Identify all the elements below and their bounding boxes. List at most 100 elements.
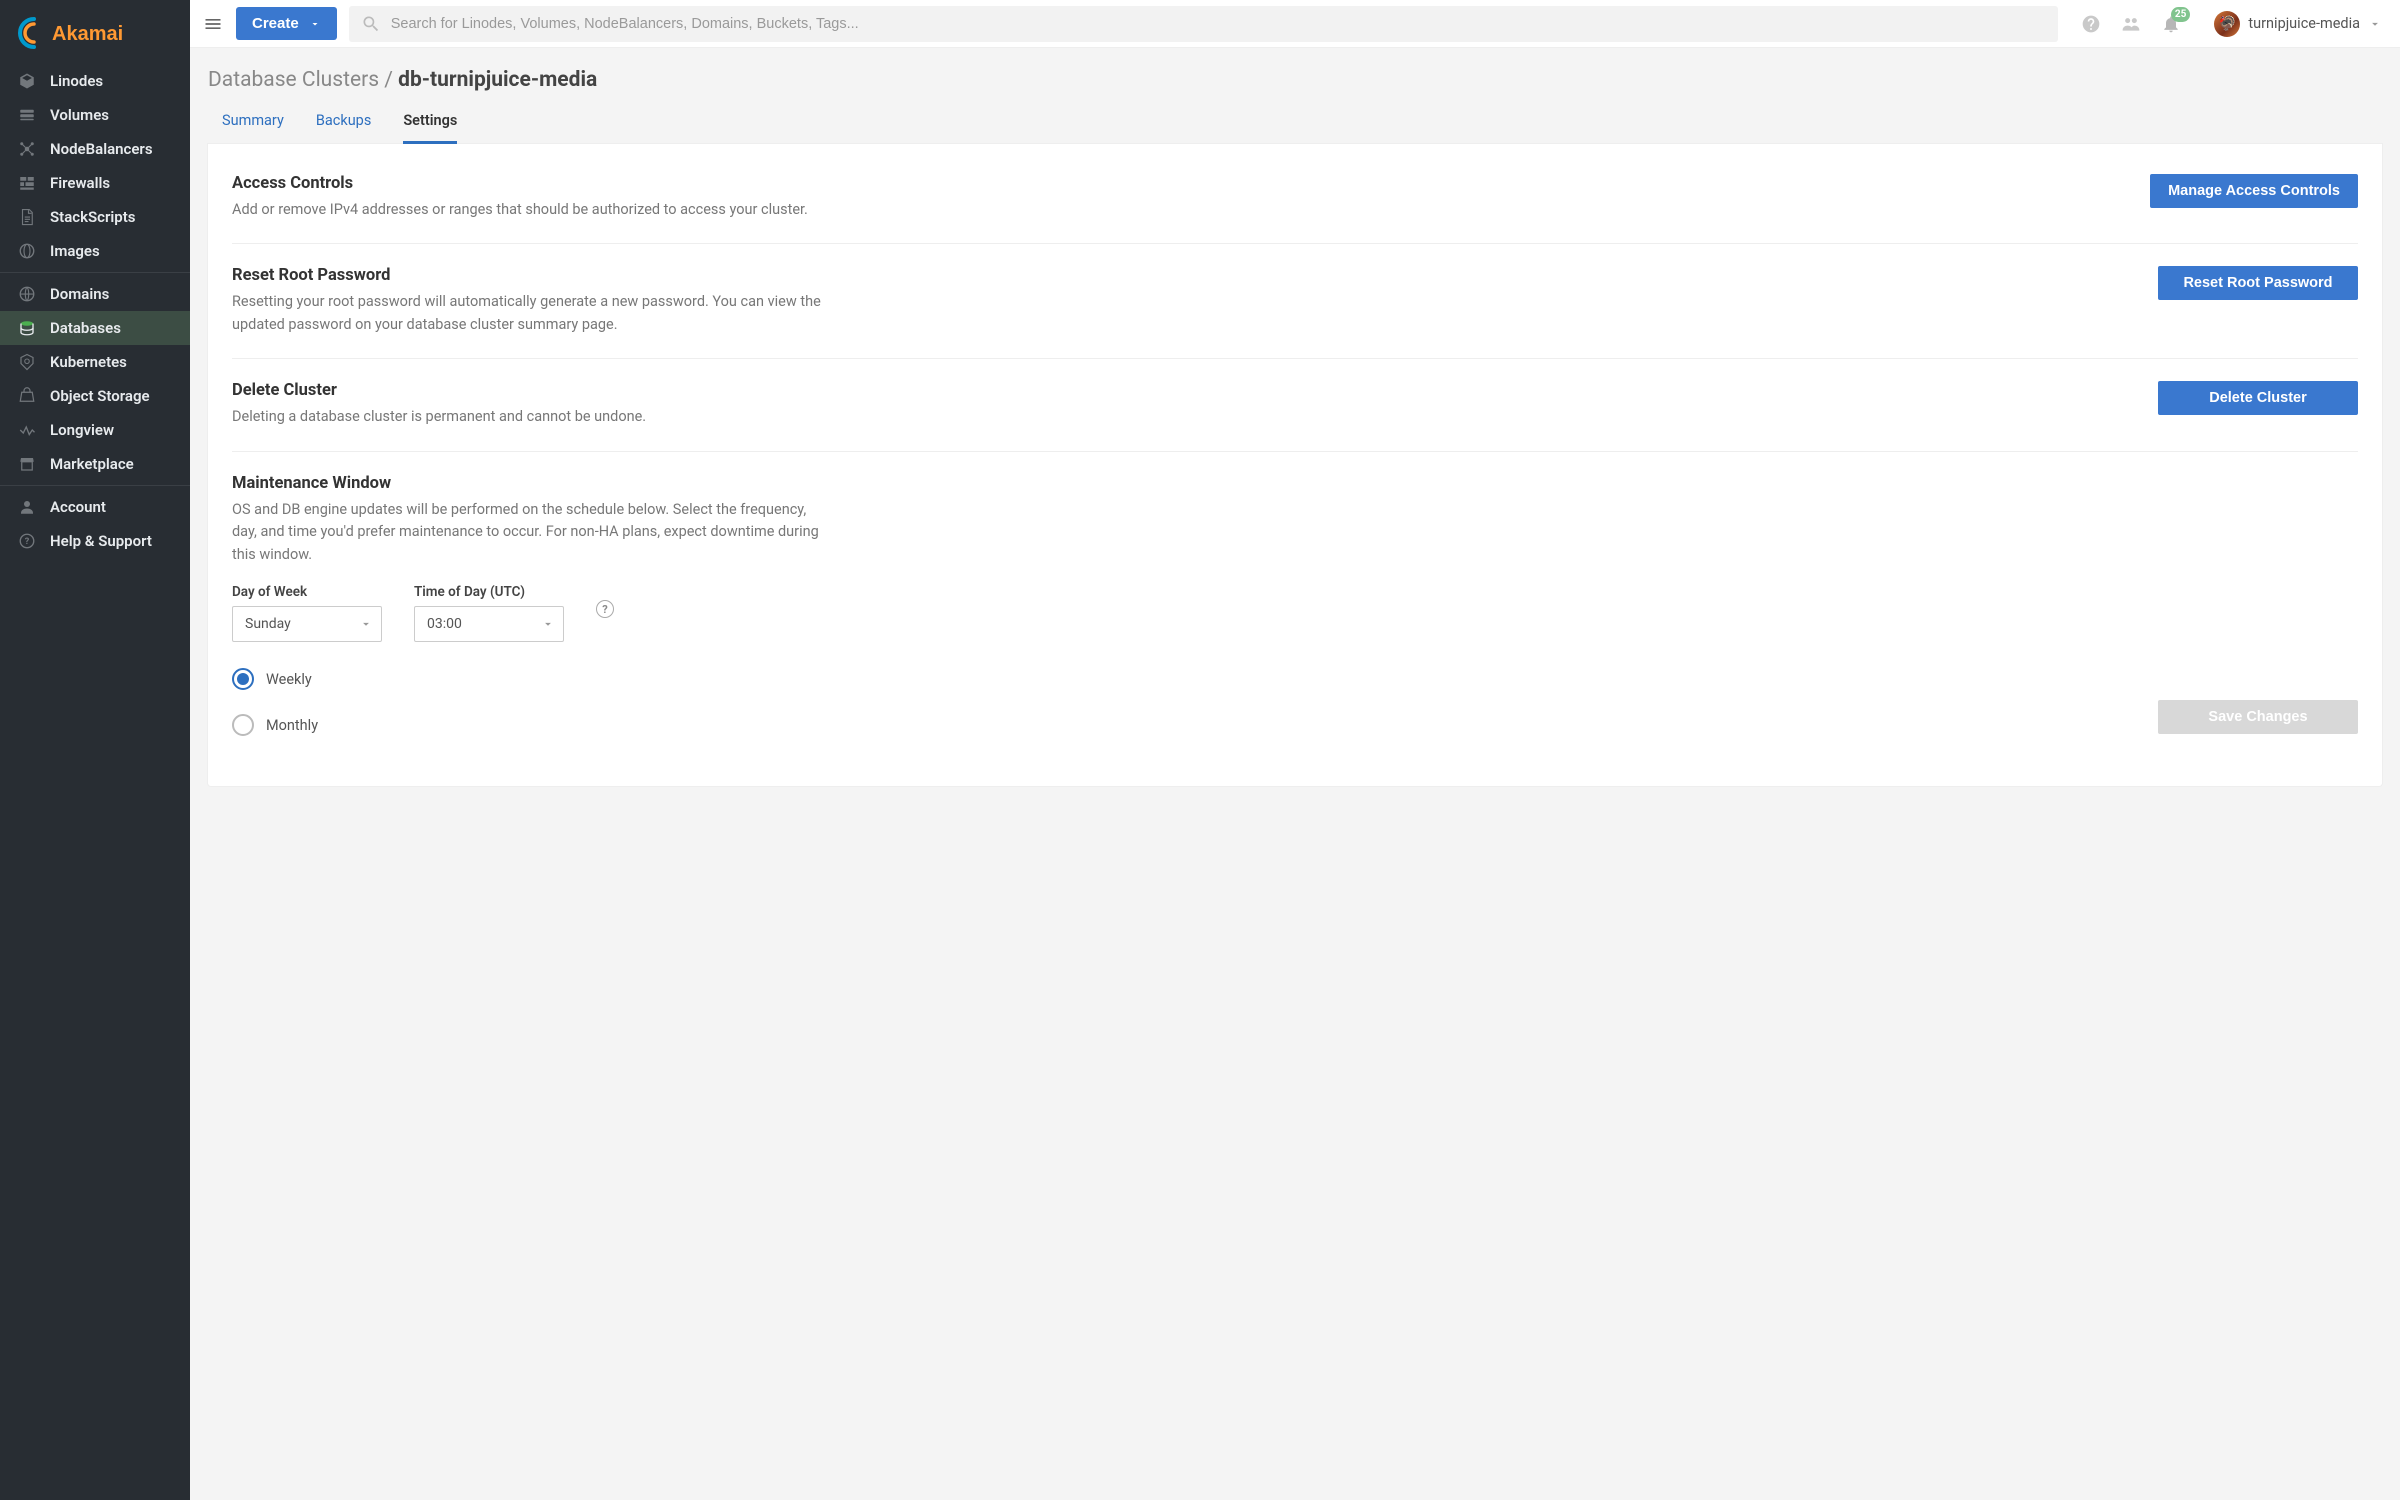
sidebar-item-label: Images bbox=[50, 242, 100, 260]
day-of-week-label: Day of Week bbox=[232, 584, 382, 600]
sidebar-item-longview[interactable]: Longview bbox=[0, 413, 190, 447]
sidebar: Akamai Linodes Volumes NodeBalancers Firewa… bbox=[0, 0, 190, 1500]
access-controls-desc: Add or remove IPv4 addresses or ranges t… bbox=[232, 199, 808, 221]
sidebar-item-object-storage[interactable]: Object Storage bbox=[0, 379, 190, 413]
section-maintenance-window: Maintenance Window OS and DB engine upda… bbox=[232, 452, 2358, 756]
firewalls-icon bbox=[18, 174, 36, 192]
avatar: 🦃 bbox=[2214, 11, 2240, 37]
sidebar-item-label: Databases bbox=[50, 319, 121, 337]
nodebalancers-icon bbox=[18, 140, 36, 158]
sidebar-item-account[interactable]: Account bbox=[0, 490, 190, 524]
delete-cluster-button[interactable]: Delete Cluster bbox=[2158, 381, 2358, 415]
marketplace-icon bbox=[18, 455, 36, 473]
akamai-logo-icon: Akamai bbox=[18, 17, 148, 49]
sidebar-item-label: Marketplace bbox=[50, 455, 134, 473]
frequency-monthly-radio[interactable]: Monthly bbox=[232, 714, 2358, 736]
menu-icon[interactable] bbox=[202, 13, 224, 35]
manage-access-controls-button[interactable]: Manage Access Controls bbox=[2150, 174, 2358, 208]
chevron-down-icon bbox=[541, 617, 555, 631]
sidebar-item-label: Help & Support bbox=[50, 532, 152, 550]
reset-root-password-button[interactable]: Reset Root Password bbox=[2158, 266, 2358, 300]
sidebar-item-volumes[interactable]: Volumes bbox=[0, 98, 190, 132]
content: Database Clusters / db-turnipjuice-media… bbox=[190, 48, 2400, 1500]
search-icon bbox=[361, 14, 381, 34]
section-access-controls: Access Controls Add or remove IPv4 addre… bbox=[232, 152, 2358, 244]
time-of-day-field: Time of Day (UTC) 03:00 bbox=[414, 584, 564, 642]
breadcrumb-current: db-turnipjuice-media bbox=[398, 68, 597, 92]
images-icon bbox=[18, 242, 36, 260]
sidebar-item-label: Account bbox=[50, 498, 106, 516]
chevron-down-icon bbox=[2368, 17, 2382, 31]
topbar: Create 25 🦃 turnip bbox=[190, 0, 2400, 48]
svg-text:Akamai: Akamai bbox=[52, 23, 123, 45]
delete-cluster-desc: Deleting a database cluster is permanent… bbox=[232, 406, 646, 428]
radio-icon bbox=[232, 668, 254, 690]
sidebar-item-label: Linodes bbox=[50, 72, 103, 90]
brand-logo[interactable]: Akamai bbox=[0, 0, 190, 60]
day-of-week-field: Day of Week Sunday bbox=[232, 584, 382, 642]
breadcrumb-parent[interactable]: Database Clusters bbox=[208, 68, 379, 92]
stackscripts-icon bbox=[18, 208, 36, 226]
chevron-down-icon bbox=[359, 617, 373, 631]
tab-backups[interactable]: Backups bbox=[316, 102, 371, 144]
time-of-day-select[interactable]: 03:00 bbox=[414, 606, 564, 642]
breadcrumb: Database Clusters / db-turnipjuice-media bbox=[208, 68, 2382, 92]
help-tooltip-icon[interactable]: ? bbox=[596, 600, 614, 618]
save-changes-button[interactable]: Save Changes bbox=[2158, 700, 2358, 734]
volumes-icon bbox=[18, 106, 36, 124]
sidebar-item-nodebalancers[interactable]: NodeBalancers bbox=[0, 132, 190, 166]
databases-icon bbox=[18, 319, 36, 337]
sidebar-item-label: Longview bbox=[50, 421, 114, 439]
create-button-label: Create bbox=[252, 15, 299, 32]
sidebar-item-domains[interactable]: Domains bbox=[0, 277, 190, 311]
help-icon[interactable] bbox=[2080, 13, 2102, 35]
time-of-day-label: Time of Day (UTC) bbox=[414, 584, 564, 600]
longview-icon bbox=[18, 421, 36, 439]
tab-summary[interactable]: Summary bbox=[222, 102, 284, 144]
sidebar-item-label: NodeBalancers bbox=[50, 140, 153, 158]
sidebar-item-databases[interactable]: Databases bbox=[0, 311, 190, 345]
linodes-icon bbox=[18, 72, 36, 90]
maintenance-title: Maintenance Window bbox=[232, 474, 832, 493]
sidebar-item-stackscripts[interactable]: StackScripts bbox=[0, 200, 190, 234]
community-icon[interactable] bbox=[2120, 13, 2142, 35]
notification-badge: 25 bbox=[2171, 7, 2190, 22]
delete-cluster-title: Delete Cluster bbox=[232, 381, 646, 400]
sidebar-item-label: StackScripts bbox=[50, 208, 135, 226]
tabs: Summary Backups Settings bbox=[208, 102, 2382, 144]
sidebar-item-images[interactable]: Images bbox=[0, 234, 190, 268]
username-label: turnipjuice-media bbox=[2248, 15, 2360, 32]
frequency-weekly-radio[interactable]: Weekly bbox=[232, 668, 2358, 690]
time-of-day-value: 03:00 bbox=[427, 616, 462, 632]
sidebar-item-label: Firewalls bbox=[50, 174, 110, 192]
radio-icon bbox=[232, 714, 254, 736]
day-of-week-value: Sunday bbox=[245, 616, 291, 632]
reset-password-title: Reset Root Password bbox=[232, 266, 832, 285]
sidebar-item-help-support[interactable]: ? Help & Support bbox=[0, 524, 190, 558]
reset-password-desc: Resetting your root password will automa… bbox=[232, 291, 832, 336]
sidebar-item-marketplace[interactable]: Marketplace bbox=[0, 447, 190, 481]
account-icon bbox=[18, 498, 36, 516]
access-controls-title: Access Controls bbox=[232, 174, 808, 193]
settings-panel: Access Controls Add or remove IPv4 addre… bbox=[208, 144, 2382, 786]
section-delete-cluster: Delete Cluster Deleting a database clust… bbox=[232, 359, 2358, 451]
domains-icon bbox=[18, 285, 36, 303]
sidebar-item-label: Volumes bbox=[50, 106, 109, 124]
sidebar-item-label: Domains bbox=[50, 285, 109, 303]
sidebar-item-kubernetes[interactable]: Kubernetes bbox=[0, 345, 190, 379]
user-menu[interactable]: 🦃 turnipjuice-media bbox=[2204, 11, 2382, 37]
sidebar-item-firewalls[interactable]: Firewalls bbox=[0, 166, 190, 200]
tab-settings[interactable]: Settings bbox=[403, 102, 457, 144]
sidebar-item-label: Kubernetes bbox=[50, 353, 127, 371]
help-support-icon: ? bbox=[18, 532, 36, 550]
sidebar-item-linodes[interactable]: Linodes bbox=[0, 64, 190, 98]
topbar-actions: 25 🦃 turnipjuice-media bbox=[2070, 11, 2388, 37]
maintenance-desc: OS and DB engine updates will be perform… bbox=[232, 499, 832, 566]
day-of-week-select[interactable]: Sunday bbox=[232, 606, 382, 642]
search-box[interactable] bbox=[349, 6, 2059, 42]
create-button[interactable]: Create bbox=[236, 7, 337, 40]
sidebar-item-label: Object Storage bbox=[50, 387, 150, 405]
notifications-icon[interactable]: 25 bbox=[2160, 13, 2182, 35]
object-storage-icon bbox=[18, 387, 36, 405]
search-input[interactable] bbox=[391, 16, 2047, 32]
